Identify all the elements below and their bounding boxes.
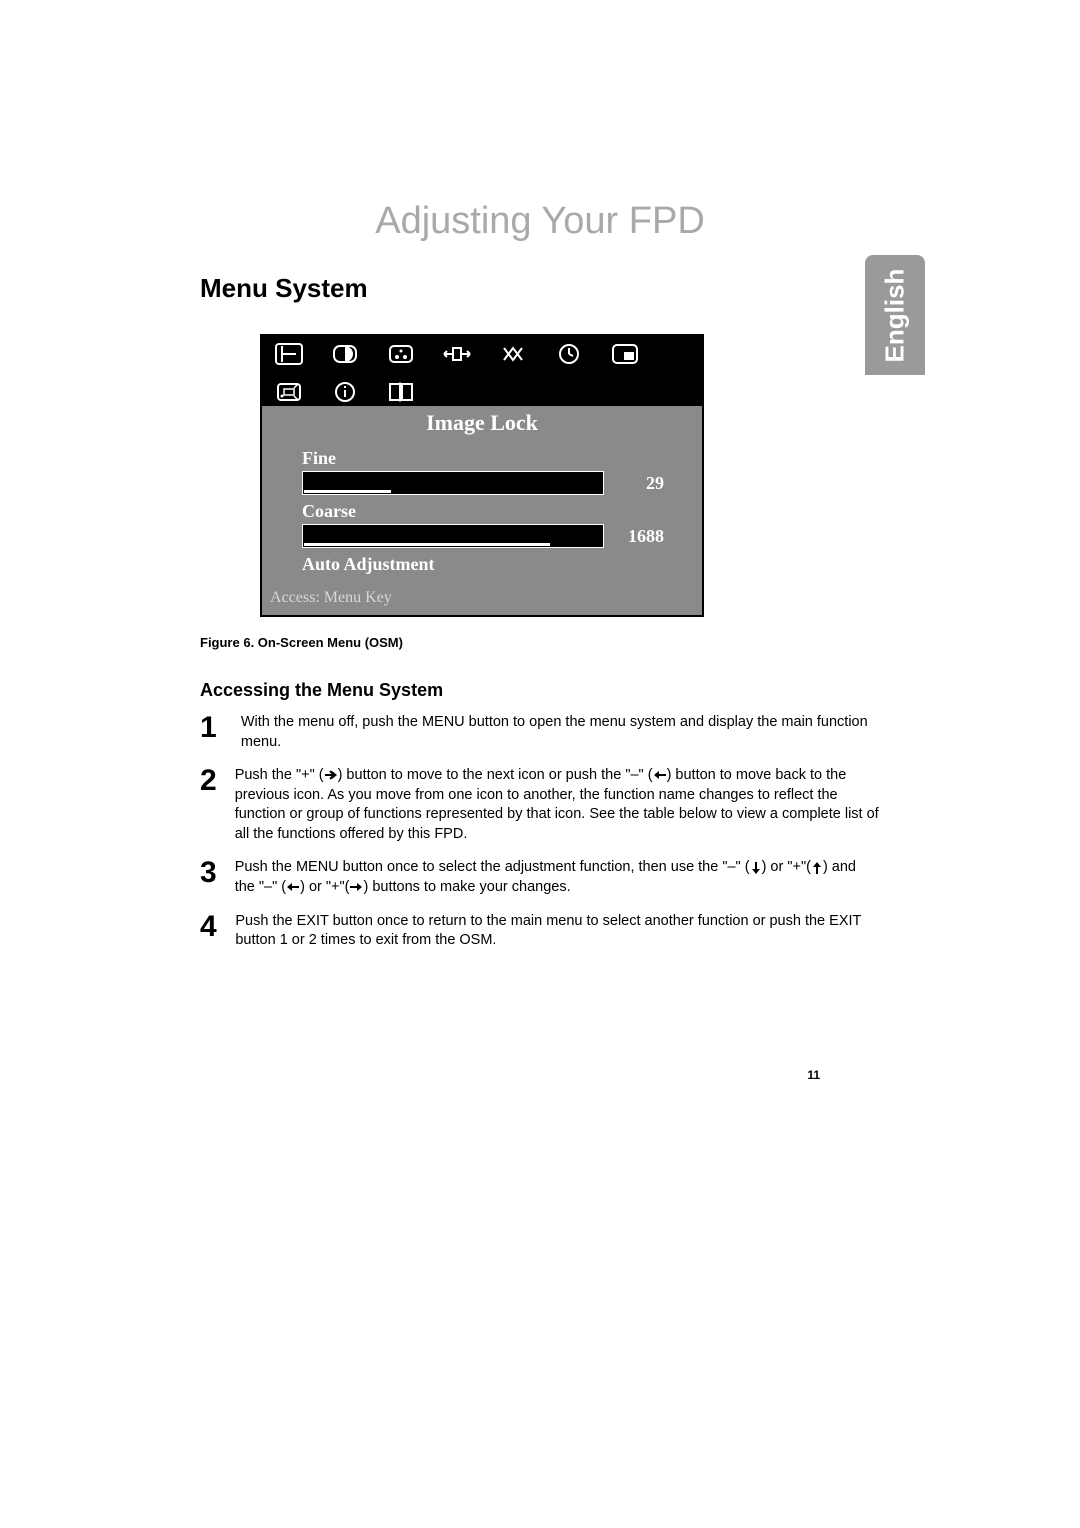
- osm-icon-row: [262, 336, 702, 406]
- color-icon: [384, 342, 418, 366]
- step-number: 1: [200, 713, 223, 743]
- step-text: Push the "+" () button to move to the ne…: [235, 766, 880, 844]
- osm-title: Image Lock: [262, 406, 702, 442]
- page-number: 11: [807, 1068, 820, 1082]
- osm-coarse-value: 1688: [614, 526, 664, 547]
- section-title: Menu System: [200, 273, 880, 304]
- clock-icon: [552, 342, 586, 366]
- exit-icon: [384, 380, 418, 404]
- image-lock-icon: [272, 342, 306, 366]
- geometry-icon: [272, 380, 306, 404]
- language-tab: English: [865, 255, 925, 375]
- step-number: 4: [200, 912, 217, 942]
- step-1: 1 With the menu off, push the MENU butto…: [200, 713, 880, 752]
- subheading-accessing: Accessing the Menu System: [200, 680, 880, 701]
- osm-auto-label: Auto Adjustment: [302, 554, 690, 575]
- slider-track-fine: [302, 471, 604, 495]
- step-2: 2 Push the "+" () button to move to the …: [200, 766, 880, 844]
- steps-list: 1 With the menu off, push the MENU butto…: [200, 713, 880, 951]
- brightness-icon: [328, 342, 362, 366]
- step-4: 4 Push the EXIT button once to return to…: [200, 912, 880, 951]
- language-tab-label: English: [880, 268, 911, 362]
- chapter-title: Adjusting Your FPD: [200, 200, 880, 243]
- figure-caption: Figure 6. On-Screen Menu (OSM): [200, 635, 880, 650]
- osm-figure: Image Lock Fine 29 Coarse 1688 Auto Adju…: [260, 334, 880, 617]
- scaling-icon: [496, 342, 530, 366]
- info-icon: [328, 380, 362, 404]
- arrow-left-icon: [653, 769, 667, 781]
- slider-track-coarse: [302, 524, 604, 548]
- arrow-up-icon: [811, 861, 823, 875]
- arrow-left-icon: [286, 881, 300, 893]
- arrow-right-icon: [324, 769, 338, 781]
- step-3: 3 Push the MENU button once to select th…: [200, 858, 880, 897]
- arrow-right-icon: [349, 881, 363, 893]
- step-text: With the menu off, push the MENU button …: [241, 713, 880, 752]
- osm-fine-label: Fine: [302, 448, 690, 469]
- osm-coarse-label: Coarse: [302, 501, 690, 522]
- step-text: Push the MENU button once to select the …: [235, 858, 880, 897]
- pip-icon: [608, 342, 642, 366]
- osm-fine-slider: 29: [302, 471, 690, 495]
- osm-coarse-slider: 1688: [302, 524, 690, 548]
- arrow-down-icon: [750, 861, 762, 875]
- osm-fine-value: 29: [614, 473, 664, 494]
- step-number: 2: [200, 766, 217, 796]
- position-icon: [440, 342, 474, 366]
- step-number: 3: [200, 858, 217, 888]
- step-text: Push the EXIT button once to return to t…: [235, 912, 880, 951]
- osm-access-text: Access: Menu Key: [262, 585, 702, 615]
